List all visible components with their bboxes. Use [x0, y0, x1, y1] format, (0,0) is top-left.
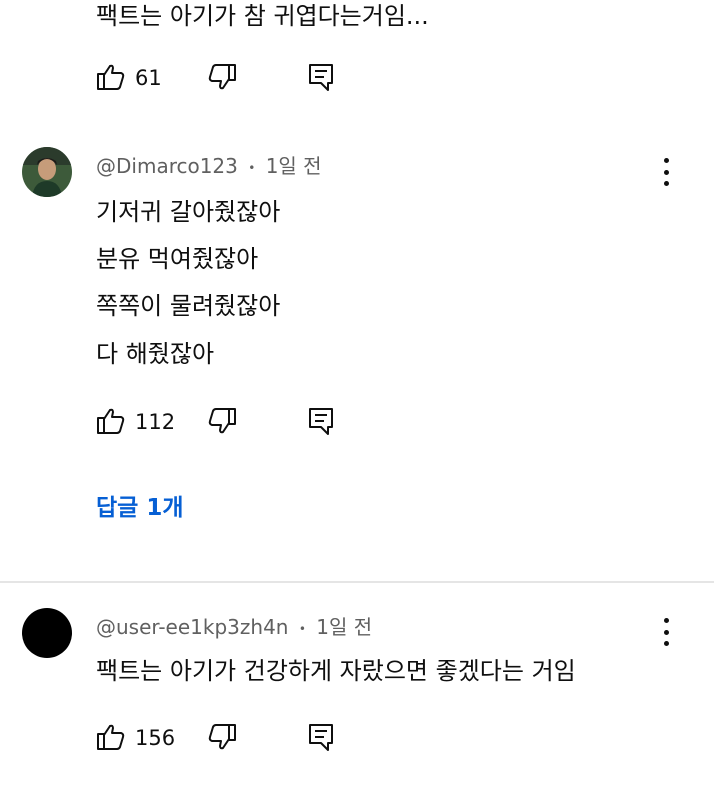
- comment-time: 1일 전: [265, 154, 322, 178]
- meta-separator: •: [298, 621, 306, 636]
- reply-icon: [309, 408, 333, 435]
- like-count: 156: [135, 726, 176, 750]
- thumbs-up-icon: [97, 724, 125, 750]
- dislike-button[interactable]: [207, 406, 237, 436]
- comment-meta: @user-ee1kp3zh4n • 1일 전: [96, 616, 372, 640]
- thumbs-down-icon: [208, 408, 236, 434]
- avatar[interactable]: [22, 147, 72, 197]
- comment-text: 팩트는 아기가 건강하게 자랐으면 좋겠다는 거임: [96, 657, 576, 685]
- reply-button[interactable]: [307, 406, 335, 436]
- reply-button[interactable]: [307, 722, 335, 752]
- more-vert-icon: [663, 158, 669, 163]
- author-handle[interactable]: @Dimarco123: [96, 154, 238, 178]
- comment-line: 기저귀 갈아줬잖아: [96, 198, 281, 226]
- reply-icon: [309, 64, 333, 91]
- comment-meta: @Dimarco123 • 1일 전: [96, 155, 322, 179]
- thumbs-up-icon: [97, 408, 125, 434]
- reply-button[interactable]: [307, 62, 335, 92]
- more-vert-icon: [663, 618, 669, 623]
- comment-time: 1일 전: [316, 615, 373, 639]
- dislike-button[interactable]: [207, 722, 237, 752]
- more-options-button[interactable]: [651, 612, 681, 652]
- comment-text: 팩트는 아기가 참 귀엽다는거임...: [96, 2, 429, 30]
- like-button[interactable]: [96, 62, 126, 92]
- comment-line: 쪽쪽이 물려줬잖아: [96, 292, 281, 320]
- like-count: 61: [135, 66, 162, 90]
- meta-separator: •: [248, 160, 256, 175]
- comment-line: 다 해줬잖아: [96, 340, 215, 368]
- author-handle[interactable]: @user-ee1kp3zh4n: [96, 615, 288, 639]
- avatar-image: [22, 147, 72, 197]
- divider: [0, 581, 714, 583]
- thumbs-down-icon: [208, 724, 236, 750]
- reply-icon: [309, 724, 333, 751]
- like-count: 112: [135, 410, 176, 434]
- avatar[interactable]: [22, 608, 72, 658]
- comment-line: 분유 먹여줬잖아: [96, 245, 259, 273]
- like-button[interactable]: [96, 406, 126, 436]
- like-button[interactable]: [96, 722, 126, 752]
- view-replies-link[interactable]: 답글 1개: [96, 496, 184, 520]
- thumbs-down-icon: [208, 64, 236, 90]
- more-options-button[interactable]: [651, 152, 681, 192]
- dislike-button[interactable]: [207, 62, 237, 92]
- thumbs-up-icon: [97, 64, 125, 90]
